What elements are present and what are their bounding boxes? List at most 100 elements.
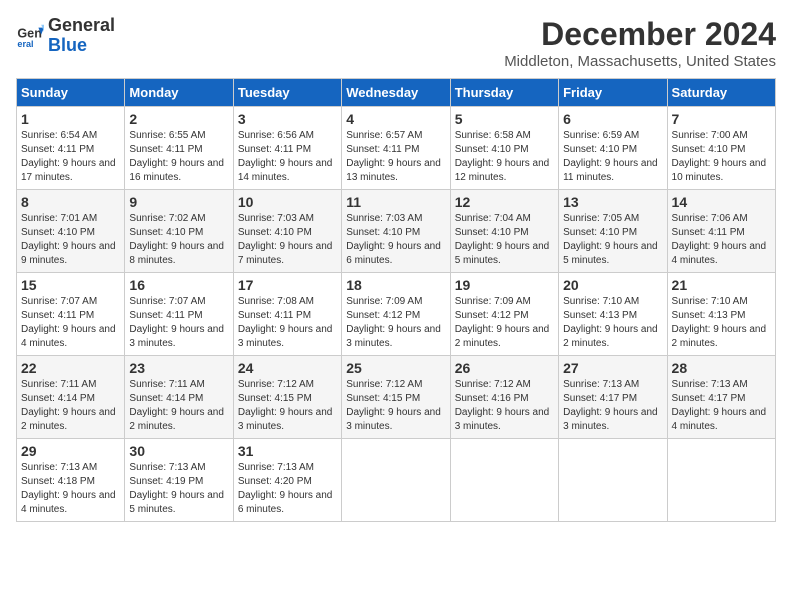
day-cell: 29Sunrise: 7:13 AM Sunset: 4:18 PM Dayli…: [17, 439, 125, 522]
day-info: Sunrise: 7:12 AM Sunset: 4:15 PM Dayligh…: [238, 378, 337, 434]
day-number: 14: [672, 194, 771, 210]
day-info: Sunrise: 7:12 AM Sunset: 4:16 PM Dayligh…: [455, 378, 554, 434]
day-info: Sunrise: 7:11 AM Sunset: 4:14 PM Dayligh…: [21, 378, 120, 434]
column-header-sunday: Sunday: [17, 79, 125, 107]
day-number: 9: [129, 194, 228, 210]
day-number: 21: [672, 277, 771, 293]
day-info: Sunrise: 7:13 AM Sunset: 4:17 PM Dayligh…: [672, 378, 771, 434]
day-cell: 15 Sunrise: 7:07 AM Sunset: 4:11 PM Dayli…: [17, 273, 125, 356]
day-cell: 18Sunrise: 7:09 AM Sunset: 4:12 PM Dayli…: [342, 273, 450, 356]
day-info: Sunrise: 7:07 AM Sunset: 4:11 PM Dayligh…: [129, 295, 228, 351]
day-number: 30: [129, 443, 228, 459]
day-number: 15: [21, 277, 120, 293]
day-info: Sunrise: 7:07 AM Sunset: 4:11 PM Dayligh…: [21, 295, 120, 351]
logo-text: General Blue: [48, 16, 115, 56]
day-number: 17: [238, 277, 337, 293]
day-cell: 11Sunrise: 7:03 AM Sunset: 4:10 PM Dayli…: [342, 190, 450, 273]
svg-text:eral: eral: [17, 39, 33, 49]
title-area: December 2024 Middleton, Massachusetts, …: [504, 16, 776, 70]
day-cell: 26 Sunrise: 7:12 AM Sunset: 4:16 PM Dayli…: [450, 356, 558, 439]
day-number: 16: [129, 277, 228, 293]
day-info: Sunrise: 6:58 AM Sunset: 4:10 PM Dayligh…: [455, 129, 554, 185]
header-row: SundayMondayTuesdayWednesdayThursdayFrid…: [17, 79, 776, 107]
day-cell: 17 Sunrise: 7:08 AM Sunset: 4:11 PM Dayli…: [233, 273, 341, 356]
day-info: Sunrise: 7:11 AM Sunset: 4:14 PM Dayligh…: [129, 378, 228, 434]
day-info: Sunrise: 6:54 AM Sunset: 4:11 PM Dayligh…: [21, 129, 120, 185]
day-number: 23: [129, 360, 228, 376]
day-info: Sunrise: 7:13 AM Sunset: 4:20 PM Dayligh…: [238, 461, 337, 517]
column-header-friday: Friday: [559, 79, 667, 107]
day-number: 10: [238, 194, 337, 210]
day-info: Sunrise: 7:06 AM Sunset: 4:11 PM Dayligh…: [672, 212, 771, 268]
day-cell: 30 Sunrise: 7:13 AM Sunset: 4:19 PM Dayli…: [125, 439, 233, 522]
main-title: December 2024: [504, 16, 776, 53]
day-number: 27: [563, 360, 662, 376]
day-number: 22: [21, 360, 120, 376]
day-number: 31: [238, 443, 337, 459]
day-cell: [559, 439, 667, 522]
day-info: Sunrise: 7:13 AM Sunset: 4:17 PM Dayligh…: [563, 378, 662, 434]
day-number: 3: [238, 111, 337, 127]
day-number: 28: [672, 360, 771, 376]
day-info: Sunrise: 7:13 AM Sunset: 4:19 PM Dayligh…: [129, 461, 228, 517]
page-header: Gen eral General Blue December 2024 Midd…: [16, 16, 776, 70]
day-cell: 10 Sunrise: 7:03 AM Sunset: 4:10 PM Dayli…: [233, 190, 341, 273]
day-cell: 13Sunrise: 7:05 AM Sunset: 4:10 PM Dayli…: [559, 190, 667, 273]
day-cell: 4Sunrise: 6:57 AM Sunset: 4:11 PM Daylig…: [342, 107, 450, 190]
logo: Gen eral General Blue: [16, 16, 115, 56]
week-row-1: 1 Sunrise: 6:54 AM Sunset: 4:11 PM Daylig…: [17, 107, 776, 190]
week-row-3: 15 Sunrise: 7:07 AM Sunset: 4:11 PM Dayli…: [17, 273, 776, 356]
day-info: Sunrise: 7:03 AM Sunset: 4:10 PM Dayligh…: [238, 212, 337, 268]
day-number: 2: [129, 111, 228, 127]
day-number: 20: [563, 277, 662, 293]
day-cell: 6 Sunrise: 6:59 AM Sunset: 4:10 PM Daylig…: [559, 107, 667, 190]
day-info: Sunrise: 7:05 AM Sunset: 4:10 PM Dayligh…: [563, 212, 662, 268]
day-number: 19: [455, 277, 554, 293]
column-header-tuesday: Tuesday: [233, 79, 341, 107]
day-number: 26: [455, 360, 554, 376]
day-cell: 7Sunrise: 7:00 AM Sunset: 4:10 PM Daylig…: [667, 107, 775, 190]
week-row-4: 22 Sunrise: 7:11 AM Sunset: 4:14 PM Dayli…: [17, 356, 776, 439]
day-number: 5: [455, 111, 554, 127]
day-cell: 9 Sunrise: 7:02 AM Sunset: 4:10 PM Daylig…: [125, 190, 233, 273]
day-cell: [342, 439, 450, 522]
day-info: Sunrise: 7:01 AM Sunset: 4:10 PM Dayligh…: [21, 212, 120, 268]
day-cell: 27 Sunrise: 7:13 AM Sunset: 4:17 PM Dayli…: [559, 356, 667, 439]
day-number: 25: [346, 360, 445, 376]
day-info: Sunrise: 7:08 AM Sunset: 4:11 PM Dayligh…: [238, 295, 337, 351]
day-cell: 14 Sunrise: 7:06 AM Sunset: 4:11 PM Dayli…: [667, 190, 775, 273]
column-header-wednesday: Wednesday: [342, 79, 450, 107]
column-header-thursday: Thursday: [450, 79, 558, 107]
day-cell: 2 Sunrise: 6:55 AM Sunset: 4:11 PM Daylig…: [125, 107, 233, 190]
day-cell: 16 Sunrise: 7:07 AM Sunset: 4:11 PM Dayli…: [125, 273, 233, 356]
day-number: 6: [563, 111, 662, 127]
day-cell: 24Sunrise: 7:12 AM Sunset: 4:15 PM Dayli…: [233, 356, 341, 439]
svg-text:Gen: Gen: [17, 26, 42, 40]
day-info: Sunrise: 7:04 AM Sunset: 4:10 PM Dayligh…: [455, 212, 554, 268]
day-info: Sunrise: 7:12 AM Sunset: 4:15 PM Dayligh…: [346, 378, 445, 434]
day-cell: 20Sunrise: 7:10 AM Sunset: 4:13 PM Dayli…: [559, 273, 667, 356]
day-cell: 31 Sunrise: 7:13 AM Sunset: 4:20 PM Dayli…: [233, 439, 341, 522]
day-info: Sunrise: 7:02 AM Sunset: 4:10 PM Dayligh…: [129, 212, 228, 268]
day-info: Sunrise: 6:59 AM Sunset: 4:10 PM Dayligh…: [563, 129, 662, 185]
day-cell: 19 Sunrise: 7:09 AM Sunset: 4:12 PM Dayli…: [450, 273, 558, 356]
day-cell: [667, 439, 775, 522]
column-header-saturday: Saturday: [667, 79, 775, 107]
subtitle: Middleton, Massachusetts, United States: [504, 53, 776, 70]
day-cell: 25 Sunrise: 7:12 AM Sunset: 4:15 PM Dayli…: [342, 356, 450, 439]
day-info: Sunrise: 7:10 AM Sunset: 4:13 PM Dayligh…: [672, 295, 771, 351]
day-cell: 3Sunrise: 6:56 AM Sunset: 4:11 PM Daylig…: [233, 107, 341, 190]
day-number: 1: [21, 111, 120, 127]
day-number: 29: [21, 443, 120, 459]
day-info: Sunrise: 6:57 AM Sunset: 4:11 PM Dayligh…: [346, 129, 445, 185]
day-cell: [450, 439, 558, 522]
day-cell: 23 Sunrise: 7:11 AM Sunset: 4:14 PM Dayli…: [125, 356, 233, 439]
day-cell: 1 Sunrise: 6:54 AM Sunset: 4:11 PM Daylig…: [17, 107, 125, 190]
day-number: 12: [455, 194, 554, 210]
day-info: Sunrise: 7:03 AM Sunset: 4:10 PM Dayligh…: [346, 212, 445, 268]
day-info: Sunrise: 6:55 AM Sunset: 4:11 PM Dayligh…: [129, 129, 228, 185]
day-number: 7: [672, 111, 771, 127]
day-info: Sunrise: 7:09 AM Sunset: 4:12 PM Dayligh…: [455, 295, 554, 351]
day-cell: 22 Sunrise: 7:11 AM Sunset: 4:14 PM Dayli…: [17, 356, 125, 439]
day-number: 8: [21, 194, 120, 210]
